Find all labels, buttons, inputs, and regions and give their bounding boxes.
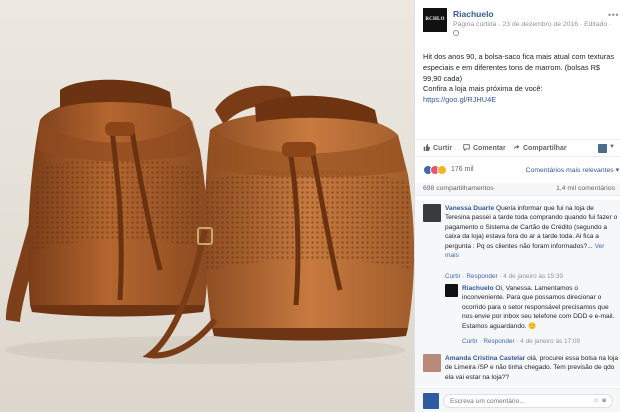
comment-author[interactable]: Vanessa Duarte (445, 205, 494, 212)
wow-reaction-icon (437, 165, 447, 175)
reactions-row[interactable]: 176 mil Comentários mais relevantes ▾ (423, 165, 619, 177)
post-meta-text: Página curtida · 23 de dezembro de 2016 … (453, 21, 612, 28)
thumbs-up-icon (423, 144, 430, 151)
comment-like-link[interactable]: Curtir (462, 338, 478, 345)
post-panel: RCHLO Riachuelo Página curtida · 23 de d… (414, 0, 620, 412)
comment-like-link[interactable]: Curtir (445, 273, 461, 280)
comment-button[interactable]: Comentar (463, 144, 506, 152)
avatar[interactable] (423, 204, 441, 222)
comment-reply-link[interactable]: Responder (483, 338, 514, 345)
like-button[interactable]: Curtir (423, 144, 452, 152)
share-label: Compartilhar (523, 145, 567, 152)
emoji-icon[interactable]: ☺ (593, 398, 602, 404)
comment-time[interactable]: 4 de janeiro às 15:39 (503, 273, 563, 280)
comments-list: Vanessa Duarte Queria informar que fui n… (415, 200, 620, 386)
globe-icon (453, 30, 459, 36)
comment-author[interactable]: Riachuelo (462, 285, 494, 292)
share-button[interactable]: Compartilhar (513, 144, 567, 152)
comment-body: Amanda Cristina Castelar olá, procurei e… (445, 354, 619, 382)
avatar[interactable] (445, 284, 458, 297)
composer-icons: ☺◙ (593, 398, 609, 404)
comment-sort-dropdown[interactable]: Comentários mais relevantes ▾ (526, 166, 619, 174)
post-text-line: Confira a loja mais próxima de você: (423, 84, 543, 94)
page-name-link[interactable]: Riachuelo (453, 9, 494, 19)
comment-time[interactable]: 4 de janeiro às 17:09 (520, 338, 580, 345)
comment-body: Vanessa Duarte Queria informar que fui n… (445, 204, 619, 260)
comment-reply-link[interactable]: Responder (466, 273, 497, 280)
comment-body: Riachuelo Oi, Vanessa. Lamentamos o inco… (462, 284, 619, 331)
post-header: RCHLO Riachuelo Página curtida · 23 de d… (423, 8, 619, 40)
post-meta: Página curtida · 23 de dezembro de 2016 … (453, 20, 613, 38)
comment-label: Comentar (473, 145, 506, 152)
comment-composer: ☺◙ (415, 388, 620, 412)
more-options-icon[interactable]: ••• (608, 10, 619, 20)
comment-icon (463, 144, 470, 151)
post-link[interactable]: https://goo.gl/RJHU4E (423, 95, 496, 104)
comment-footer: Curtir · Responder · 4 de janeiro às 17:… (462, 338, 580, 345)
post-photo[interactable] (0, 0, 414, 412)
post-text-line: Hit dos anos 90, a bolsa-saco fica mais … (423, 52, 615, 83)
shares-count-link[interactable]: 698 compartilhamentos (423, 185, 494, 192)
like-label: Curtir (433, 145, 453, 152)
post-text: Hit dos anos 90, a bolsa-saco fica mais … (423, 52, 617, 106)
avatar[interactable] (423, 354, 441, 372)
comment-author[interactable]: Amanda Cristina Castelar (445, 355, 525, 362)
reaction-count: 176 mil (451, 166, 474, 173)
camera-icon[interactable]: ◙ (602, 398, 609, 404)
page-logo[interactable]: RCHLO (423, 8, 447, 32)
action-bar: Curtir Comentar Compartilhar ▼ (415, 139, 620, 157)
comment-reply-item: Riachuelo Oi, Vanessa. Lamentamos o inco… (445, 284, 619, 348)
comment-input[interactable] (443, 394, 613, 408)
avatar (423, 393, 439, 409)
comment-item: Amanda Cristina Castelar olá, procurei e… (423, 354, 619, 386)
bucket-bags-image (5, 79, 414, 364)
left-bag (5, 79, 209, 322)
comment-item: Vanessa Duarte Queria informar que fui n… (423, 204, 619, 286)
stats-row: 698 compartilhamentos 1,4 mil comentário… (415, 183, 620, 196)
viewer-avatar[interactable] (598, 144, 607, 153)
share-icon (513, 144, 520, 151)
chevron-down-icon[interactable]: ▼ (609, 144, 615, 150)
comment-footer: Curtir · Responder · 4 de janeiro às 15:… (445, 273, 563, 280)
comments-count[interactable]: 1,4 mil comentários (556, 185, 615, 192)
